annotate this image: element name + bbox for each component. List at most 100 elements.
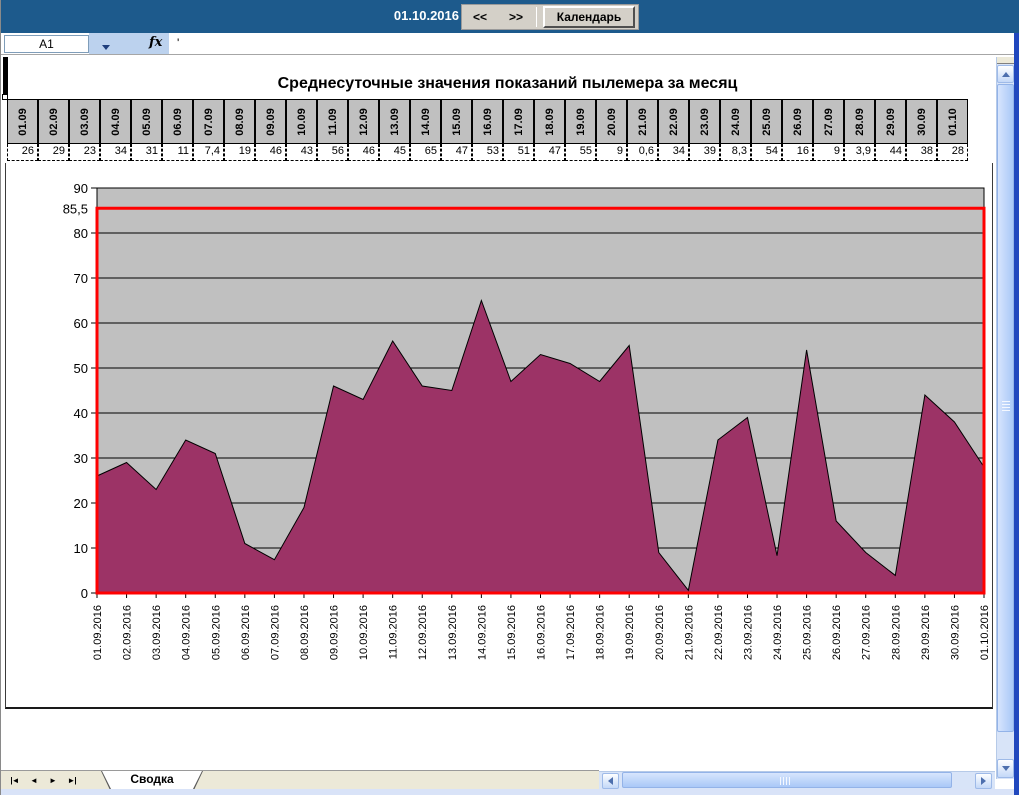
scroll-left-button[interactable] xyxy=(602,773,619,789)
table-header-cell[interactable]: 15.09 xyxy=(441,99,472,144)
table-value-cell[interactable]: 16 xyxy=(782,144,813,161)
table-value-cell[interactable]: 7,4 xyxy=(193,144,224,161)
table-value-cell[interactable]: 44 xyxy=(875,144,906,161)
table-value-cell[interactable]: 38 xyxy=(906,144,937,161)
scroll-up-button[interactable] xyxy=(997,65,1014,83)
table-header-cell[interactable]: 23.09 xyxy=(689,99,720,144)
table-header-cell[interactable]: 12.09 xyxy=(348,99,379,144)
table-header-cell[interactable]: 01.10 xyxy=(937,99,968,144)
prev-button[interactable]: << xyxy=(462,6,498,28)
scroll-right-button[interactable] xyxy=(975,773,992,789)
table-header-cell[interactable]: 06.09 xyxy=(162,99,193,144)
x-axis-label: 27.09.2016 xyxy=(861,605,873,660)
table-value-cell[interactable]: 3,9 xyxy=(844,144,875,161)
table-value-cell[interactable]: 19 xyxy=(224,144,255,161)
fx-icon[interactable]: fx xyxy=(149,35,162,50)
table-value-cell[interactable]: 34 xyxy=(100,144,131,161)
table-value-cell[interactable]: 45 xyxy=(379,144,410,161)
first-sheet-button[interactable]: |◄ xyxy=(5,773,24,788)
table-value-cell[interactable]: 46 xyxy=(255,144,286,161)
table-value-cell[interactable]: 39 xyxy=(689,144,720,161)
table-header-cell[interactable]: 30.09 xyxy=(906,99,937,144)
table-header-cell[interactable]: 17.09 xyxy=(503,99,534,144)
table-header-cell[interactable]: 27.09 xyxy=(813,99,844,144)
table-header-cell[interactable]: 08.09 xyxy=(224,99,255,144)
table-value-cell[interactable]: 11 xyxy=(162,144,193,161)
table-header-cell[interactable]: 22.09 xyxy=(658,99,689,144)
app-window: { "toolbar": { "date": "01.10.2016", "pr… xyxy=(0,0,1019,795)
cell-reference-box[interactable]: A1 xyxy=(4,35,89,53)
data-table: 01.0902.0903.0904.0905.0906.0907.0908.09… xyxy=(7,99,968,161)
table-header-cell[interactable]: 28.09 xyxy=(844,99,875,144)
x-axis-label: 20.09.2016 xyxy=(654,605,666,660)
table-value-cell[interactable]: 31 xyxy=(131,144,162,161)
table-header-cell[interactable]: 07.09 xyxy=(193,99,224,144)
x-axis-label: 13.09.2016 xyxy=(447,605,459,660)
table-header-cell[interactable]: 02.09 xyxy=(38,99,69,144)
table-value-cell[interactable]: 23 xyxy=(69,144,100,161)
table-header-cell[interactable]: 01.09 xyxy=(7,99,38,144)
table-header-cell[interactable]: 24.09 xyxy=(720,99,751,144)
x-axis-label: 06.09.2016 xyxy=(240,605,252,660)
table-value-cell[interactable]: 47 xyxy=(534,144,565,161)
current-date-label: 01.10.2016 xyxy=(369,8,459,23)
horizontal-scroll-thumb[interactable] xyxy=(622,772,952,788)
table-value-cell[interactable]: 9 xyxy=(813,144,844,161)
table-header-cell[interactable]: 25.09 xyxy=(751,99,782,144)
table-value-cell[interactable]: 56 xyxy=(317,144,348,161)
table-value-cell[interactable]: 8,3 xyxy=(720,144,751,161)
split-handle[interactable] xyxy=(997,57,1015,64)
table-value-cell[interactable]: 46 xyxy=(348,144,379,161)
table-header-cell[interactable]: 03.09 xyxy=(69,99,100,144)
next-button[interactable]: >> xyxy=(498,6,534,28)
table-header-cell[interactable]: 21.09 xyxy=(627,99,658,144)
table-value-cell[interactable]: 29 xyxy=(38,144,69,161)
x-axis-label: 05.09.2016 xyxy=(210,605,222,660)
next-sheet-button[interactable]: ► xyxy=(43,773,62,788)
chart-object[interactable]: 010203040506070809085,501.09.201602.09.2… xyxy=(5,163,993,709)
x-axis-label: 12.09.2016 xyxy=(417,605,429,660)
sheet-tab[interactable]: Сводка xyxy=(101,771,203,790)
vertical-scroll-thumb[interactable] xyxy=(997,84,1014,732)
name-box-dropdown[interactable] xyxy=(97,37,115,51)
calendar-button[interactable]: Календарь xyxy=(543,6,635,28)
table-header-cell[interactable]: 18.09 xyxy=(534,99,565,144)
table-value-cell[interactable]: 34 xyxy=(658,144,689,161)
table-header-cell[interactable]: 05.09 xyxy=(131,99,162,144)
table-header-cell[interactable]: 16.09 xyxy=(472,99,503,144)
table-header-cell[interactable]: 14.09 xyxy=(410,99,441,144)
sheet-tab-label: Сводка xyxy=(102,771,202,789)
table-value-cell[interactable]: 53 xyxy=(472,144,503,161)
area-chart: 010203040506070809085,501.09.201602.09.2… xyxy=(6,163,992,708)
x-axis-label: 07.09.2016 xyxy=(269,605,281,660)
table-header-cell[interactable]: 13.09 xyxy=(379,99,410,144)
table-value-cell[interactable]: 51 xyxy=(503,144,534,161)
table-value-cell[interactable]: 55 xyxy=(565,144,596,161)
table-header-row: 01.0902.0903.0904.0905.0906.0907.0908.09… xyxy=(7,99,968,144)
formula-input[interactable]: ' xyxy=(171,35,1009,53)
table-header-cell[interactable]: 10.09 xyxy=(286,99,317,144)
table-value-cell[interactable]: 65 xyxy=(410,144,441,161)
table-value-cell[interactable]: 26 xyxy=(7,144,38,161)
table-header-cell[interactable]: 26.09 xyxy=(782,99,813,144)
table-value-cell[interactable]: 9 xyxy=(596,144,627,161)
table-header-cell[interactable]: 20.09 xyxy=(596,99,627,144)
prev-sheet-button[interactable]: ◄ xyxy=(24,773,43,788)
sheet-area: Среднесуточные значения показаний пылеме… xyxy=(1,55,1014,770)
table-value-cell[interactable]: 47 xyxy=(441,144,472,161)
last-sheet-button[interactable]: ►| xyxy=(62,773,81,788)
table-value-cell[interactable]: 0,6 xyxy=(627,144,658,161)
table-header-cell[interactable]: 09.09 xyxy=(255,99,286,144)
x-axis-label: 26.09.2016 xyxy=(831,605,843,660)
table-header-cell[interactable]: 29.09 xyxy=(875,99,906,144)
table-value-cell[interactable]: 28 xyxy=(937,144,968,161)
table-header-cell[interactable]: 04.09 xyxy=(100,99,131,144)
y-axis-label: 50 xyxy=(74,361,88,376)
horizontal-scrollbar[interactable] xyxy=(599,771,995,789)
vertical-scrollbar[interactable] xyxy=(996,57,1014,779)
table-header-cell[interactable]: 19.09 xyxy=(565,99,596,144)
table-value-cell[interactable]: 54 xyxy=(751,144,782,161)
scroll-down-button[interactable] xyxy=(997,759,1014,778)
table-value-cell[interactable]: 43 xyxy=(286,144,317,161)
table-header-cell[interactable]: 11.09 xyxy=(317,99,348,144)
